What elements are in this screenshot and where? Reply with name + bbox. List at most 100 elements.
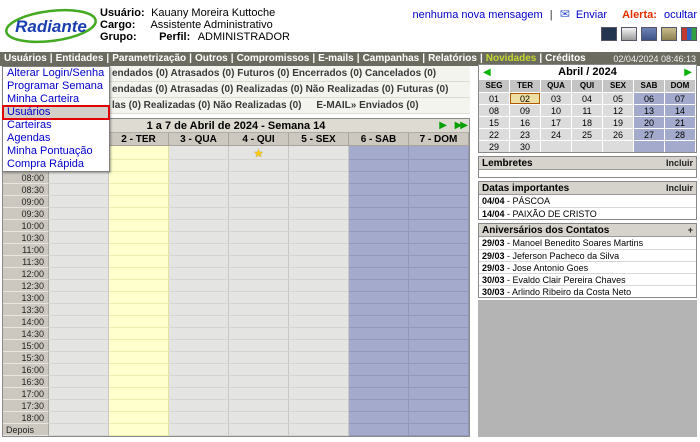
minical-day-08[interactable]: 08: [479, 104, 510, 116]
lembretes-incluir-link[interactable]: Incluir: [666, 157, 693, 170]
slot-qui-17-00[interactable]: [229, 388, 289, 400]
list-item[interactable]: 04/04 - PÁSCOA: [479, 195, 696, 207]
day-header-ter[interactable]: 2 - TER: [109, 133, 169, 146]
slot-sex-12-30[interactable]: [289, 280, 349, 292]
dropdown-item-programar-semana[interactable]: Programar Semana: [3, 80, 109, 93]
slot-ter-17-30[interactable]: [109, 400, 169, 412]
day-header-qui[interactable]: 4 - QUI: [229, 133, 289, 146]
list-item[interactable]: 30/03 - Arlindo Ribeiro da Costa Neto: [479, 285, 696, 297]
list-item[interactable]: 29/03 - Manoel Benedito Soares Martins: [479, 237, 696, 249]
slot-ter-08-30[interactable]: [109, 184, 169, 196]
slot-seg-09-30[interactable]: [49, 208, 109, 220]
slot-ter-13-00[interactable]: [109, 292, 169, 304]
menu-item-campanhas[interactable]: Campanhas: [362, 53, 421, 64]
minical-day-06[interactable]: 06: [634, 92, 665, 104]
slot-qua-12-00[interactable]: [169, 268, 229, 280]
slot-dom-09-00[interactable]: [409, 196, 469, 208]
slot-qui-10-30[interactable]: [229, 232, 289, 244]
next-month-icon[interactable]: ▶: [684, 65, 692, 80]
slot-qui-16-30[interactable]: [229, 376, 289, 388]
slot-qui-09-30[interactable]: [229, 208, 289, 220]
slot-qui-antes[interactable]: [229, 160, 289, 172]
slot-dom-08-30[interactable]: [409, 184, 469, 196]
slot-ter-11-00[interactable]: [109, 244, 169, 256]
slot-sab-17-00[interactable]: [349, 388, 409, 400]
slot-ter-12-30[interactable]: [109, 280, 169, 292]
slot-seg-12-30[interactable]: [49, 280, 109, 292]
slot-qui-17-30[interactable]: [229, 400, 289, 412]
dropdown-item-alterar-login-senha[interactable]: Alterar Login/Senha: [3, 67, 109, 80]
slot-seg-16-00[interactable]: [49, 364, 109, 376]
slot-dom-17-30[interactable]: [409, 400, 469, 412]
minical-day-25[interactable]: 25: [572, 128, 603, 140]
menu-item-entidades[interactable]: Entidades: [55, 53, 105, 64]
slot-sex-10-00[interactable]: [289, 220, 349, 232]
slot-sex-15-30[interactable]: [289, 352, 349, 364]
slot-seg-12-00[interactable]: [49, 268, 109, 280]
slot-ter-17-00[interactable]: [109, 388, 169, 400]
slot-qui-13-00[interactable]: [229, 292, 289, 304]
minical-day-13[interactable]: 13: [634, 104, 665, 116]
slot-qui-15-00[interactable]: [229, 340, 289, 352]
slot-seg-11-00[interactable]: [49, 244, 109, 256]
slot-ter-09-30[interactable]: [109, 208, 169, 220]
slot-sex-18-00[interactable]: [289, 412, 349, 424]
day-header-dom[interactable]: 7 - DOM: [409, 133, 469, 146]
tv-icon[interactable]: [601, 27, 617, 41]
minical-day-05[interactable]: 05: [603, 92, 634, 104]
slot-sab-15-00[interactable]: [349, 340, 409, 352]
slot-qui-14-00[interactable]: [229, 316, 289, 328]
minical-day-23[interactable]: 23: [510, 128, 541, 140]
slot-seg-17-00[interactable]: [49, 388, 109, 400]
slot-sex-12-00[interactable]: [289, 268, 349, 280]
slot-sex-11-00[interactable]: [289, 244, 349, 256]
slot-ter-08-00[interactable]: [109, 172, 169, 184]
slot-sex-16-30[interactable]: [289, 376, 349, 388]
slot-sab-16-00[interactable]: [349, 364, 409, 376]
minical-day-12[interactable]: 12: [603, 104, 634, 116]
prev-month-icon[interactable]: ◀: [483, 65, 491, 80]
slot-qua-14-00[interactable]: [169, 316, 229, 328]
slot-sex-14-30[interactable]: [289, 328, 349, 340]
slot-qua-16-00[interactable]: [169, 364, 229, 376]
minical-day-27[interactable]: 27: [634, 128, 665, 140]
slot-qua-08-30[interactable]: [169, 184, 229, 196]
slot-qua-12-30[interactable]: [169, 280, 229, 292]
slot-ter-15-30[interactable]: [109, 352, 169, 364]
menu-item-usu-rios[interactable]: Usuários: [3, 53, 48, 64]
slot-ter-12-00[interactable]: [109, 268, 169, 280]
slot-qua-10-30[interactable]: [169, 232, 229, 244]
printer-icon[interactable]: [621, 27, 637, 41]
menu-item-compromissos[interactable]: Compromissos: [236, 53, 311, 64]
slot-dom-10-30[interactable]: [409, 232, 469, 244]
slot-seg-10-00[interactable]: [49, 220, 109, 232]
slot-sab-14-30[interactable]: [349, 328, 409, 340]
slot-ter-11-30[interactable]: [109, 256, 169, 268]
slot-qui-08-00[interactable]: [229, 172, 289, 184]
slot-sab-09-30[interactable]: [349, 208, 409, 220]
menu-item-outros[interactable]: Outros: [194, 53, 229, 64]
slot-sex-14-00[interactable]: [289, 316, 349, 328]
slot-sex-09-30[interactable]: [289, 208, 349, 220]
slot-dom-10-00[interactable]: [409, 220, 469, 232]
slot-qui-11-30[interactable]: [229, 256, 289, 268]
slot-dom-16-30[interactable]: [409, 376, 469, 388]
slot-dom-12-00[interactable]: [409, 268, 469, 280]
messages-link[interactable]: nenhuma nova mensagem: [412, 9, 542, 21]
minical-day-03[interactable]: 03: [541, 92, 572, 104]
minical-day-02[interactable]: 02: [510, 92, 541, 104]
dropdown-item-agendas[interactable]: Agendas: [3, 132, 109, 145]
slot-seg-15-00[interactable]: [49, 340, 109, 352]
minical-day-21[interactable]: 21: [665, 116, 696, 128]
slot-ter-14-00[interactable]: [109, 316, 169, 328]
slot-ter-depois[interactable]: [109, 424, 169, 436]
slot-dom-08-00[interactable]: [409, 172, 469, 184]
slot-sex-08-30[interactable]: [289, 184, 349, 196]
alert-hide-link[interactable]: ocultar: [664, 9, 697, 21]
contacts-icon[interactable]: [641, 27, 657, 41]
slot-sab-11-30[interactable]: [349, 256, 409, 268]
minical-day-07[interactable]: 07: [665, 92, 696, 104]
slot-dom-11-00[interactable]: [409, 244, 469, 256]
slot-sab-13-00[interactable]: [349, 292, 409, 304]
slot-sex-09-00[interactable]: [289, 196, 349, 208]
